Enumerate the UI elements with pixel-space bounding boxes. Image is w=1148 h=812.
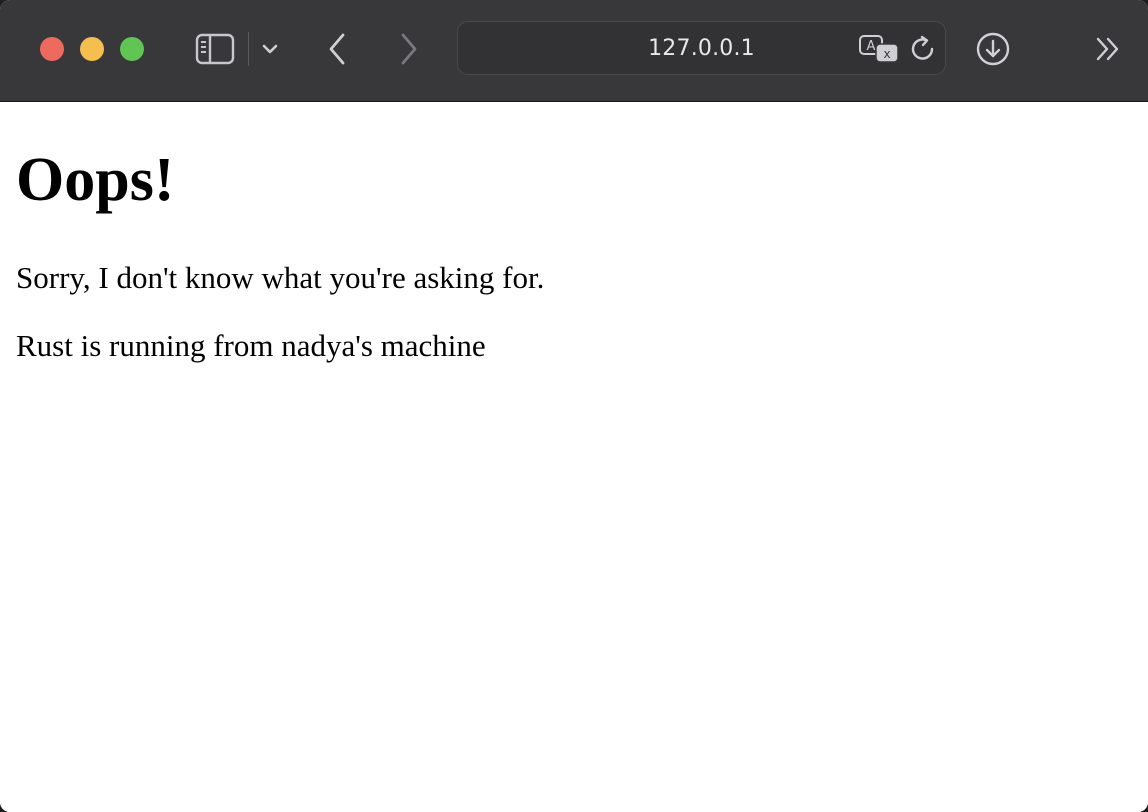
reload-icon [911, 35, 934, 60]
downloads-button[interactable] [974, 30, 1012, 68]
sidebar-icon [195, 33, 235, 65]
back-button[interactable] [320, 30, 354, 68]
sidebar-toggle-button[interactable] [192, 30, 238, 68]
toolbar-separator [248, 32, 249, 66]
page-heading: Oops! [16, 146, 175, 214]
svg-text:x: x [883, 47, 890, 61]
browser-toolbar: 127.0.0.1 A x [0, 0, 1148, 102]
reload-button[interactable] [906, 32, 940, 66]
download-icon [976, 32, 1010, 66]
chevron-down-icon [262, 44, 278, 54]
error-message: Sorry, I don't know what you're asking f… [16, 260, 545, 295]
toolbar-overflow-button[interactable] [1090, 34, 1126, 64]
close-window-button[interactable] [40, 37, 64, 61]
svg-text:A: A [867, 39, 876, 54]
chevron-right-icon [401, 33, 417, 65]
server-note: Rust is running from nadya's machine [16, 328, 486, 363]
double-chevron-right-icon [1096, 37, 1119, 61]
maximize-window-button[interactable] [120, 37, 144, 61]
chevron-left-icon [329, 33, 345, 65]
translate-icon: A x [859, 35, 899, 63]
translate-button[interactable]: A x [857, 33, 901, 65]
browser-window: 127.0.0.1 A x Oops! Sorry, I don't know … [0, 0, 1148, 812]
forward-button[interactable] [392, 30, 426, 68]
tab-group-menu-button[interactable] [256, 34, 284, 64]
minimize-window-button[interactable] [80, 37, 104, 61]
page-content: Oops! Sorry, I don't know what you're as… [0, 102, 1148, 812]
